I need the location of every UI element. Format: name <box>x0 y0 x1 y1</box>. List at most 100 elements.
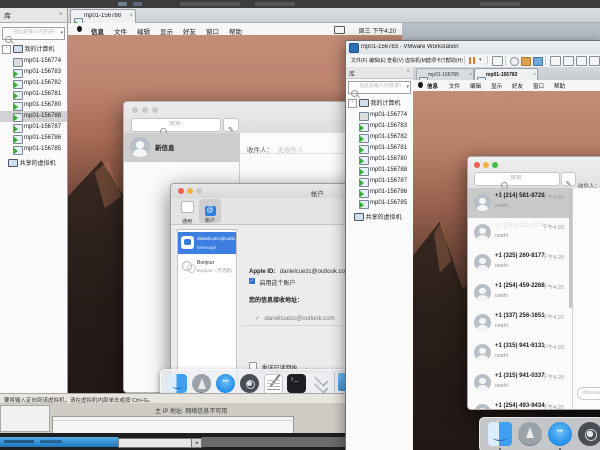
conversation-row[interactable]: +1 (254) 431-4121 ceshi 下午4:20 <box>468 218 572 248</box>
display-status-icon[interactable] <box>334 26 345 34</box>
nested-title-bar[interactable]: mp01-156783 - VMware Workstation <box>346 41 600 55</box>
menu-help[interactable]: 帮助 <box>554 82 565 90</box>
dock-finder-icon[interactable] <box>168 374 187 393</box>
prefs-tab-accounts[interactable]: @ 帐户 <box>199 199 221 223</box>
prefs-tab-general[interactable]: 通用 <box>177 200 197 222</box>
dock-downloads-icon[interactable] <box>311 374 330 393</box>
vm-tree-item[interactable]: mp01-156774 <box>346 110 413 121</box>
close-traffic-light[interactable] <box>132 107 138 113</box>
dock-messages-icon[interactable] <box>216 374 235 393</box>
tab-close-icon[interactable]: × <box>469 72 472 79</box>
vm-tree-item[interactable]: mp01-156786 <box>0 133 67 144</box>
menu-view[interactable]: 显示 <box>491 82 502 90</box>
tree-shared-vms[interactable]: 共享的虚拟机 <box>8 158 56 167</box>
snapshot-camera-icon[interactable] <box>521 57 531 66</box>
tree-expander-icon[interactable]: - <box>2 45 11 54</box>
search-dropdown-icon[interactable]: ▾ <box>60 30 63 36</box>
show-thumbnail-bar-button[interactable] <box>563 56 574 66</box>
list-scrollbar[interactable] <box>569 188 572 308</box>
menu-window[interactable]: 窗口 <box>533 82 544 90</box>
conversation-row-new-message[interactable]: 新信息 <box>124 133 239 162</box>
dock-launchpad-icon[interactable] <box>518 422 542 446</box>
vm-tree-item[interactable]: mp01-156783 <box>0 67 67 78</box>
tab-close-icon[interactable]: × <box>129 13 133 20</box>
vm-tree-item[interactable]: mp01-156785 <box>346 198 413 209</box>
vm-tree-item[interactable]: mp01-156787 <box>0 122 67 133</box>
vm-tree-item[interactable]: mp01-156785 <box>0 144 67 155</box>
tree-root-my-computer[interactable]: - 我的计算机 <box>2 44 54 54</box>
messages1-search-field[interactable] <box>131 118 221 132</box>
vm-tree-item[interactable]: mp01-156781 <box>0 89 67 100</box>
messages1-search-input[interactable] <box>169 121 209 127</box>
minimize-traffic-light[interactable] <box>142 107 148 113</box>
apple-menu-icon[interactable] <box>77 26 82 32</box>
minimize-traffic-light[interactable] <box>187 188 193 194</box>
nested-sidebar-search[interactable]: ▾ <box>348 81 411 94</box>
conversation-row[interactable]: +1 (214) 581-8728 ceshi 下午4:20 <box>468 188 572 218</box>
account-row-imessage[interactable]: danielcuezc@outlo… iMessage <box>178 232 236 254</box>
account-row-bonjour[interactable]: Bonjour Bonjour（不活跃） <box>178 256 236 278</box>
vm-tree-item[interactable]: mp01-156782 <box>346 132 413 143</box>
show-library-button[interactable] <box>550 56 561 66</box>
imessage-input[interactable] <box>577 387 600 400</box>
vm-tree-item[interactable]: mp01-156780 <box>346 154 413 165</box>
zoom-traffic-light[interactable] <box>152 107 158 113</box>
dock-terminal-icon[interactable] <box>287 374 306 393</box>
progress-bar-filled[interactable] <box>0 437 118 447</box>
library-close-icon[interactable]: × <box>406 69 410 76</box>
conversation-row[interactable]: +1 (254) 459-2268 ceshi 下午4:20 <box>468 278 572 308</box>
enable-account-checkbox[interactable]: ✓ <box>249 278 255 284</box>
dock-system-preferences-icon[interactable] <box>240 374 259 393</box>
minimize-traffic-light[interactable] <box>483 162 489 168</box>
tree-shared-vms[interactable]: 共享的虚拟机 <box>354 212 402 221</box>
snapshot-clock-icon[interactable] <box>510 57 519 66</box>
progress-track[interactable] <box>118 438 192 448</box>
search-dropdown-icon[interactable]: ▾ <box>406 84 409 90</box>
dock-launchpad-icon[interactable] <box>192 374 211 393</box>
dock-messages-icon[interactable] <box>548 422 572 446</box>
conversation-row[interactable]: +1 (325) 260-8177 ceshi 下午4:20 <box>468 248 572 278</box>
vm-tree-item[interactable]: mp01-156787 <box>346 176 413 187</box>
vm-tree-item[interactable]: mp01-156788 <box>346 165 413 176</box>
send-ctrl-alt-del-button[interactable] <box>492 56 503 66</box>
menu-file[interactable]: 文件 <box>449 82 460 90</box>
dock-finder-icon[interactable] <box>488 422 512 446</box>
tree-expander-icon[interactable]: - <box>348 99 357 108</box>
reach-checkbox[interactable]: ✓ <box>255 316 260 322</box>
menu-edit[interactable]: 编辑(E) <box>369 57 386 64</box>
zoom-traffic-light[interactable] <box>492 162 498 168</box>
pause-dropdown-icon[interactable]: ▾ <box>479 57 482 63</box>
imessage-input-field[interactable] <box>582 390 600 396</box>
vm-tree-item[interactable]: mp01-156783 <box>346 121 413 132</box>
snapshot-revert-icon[interactable] <box>533 57 543 66</box>
menu-buddies[interactable]: 好友 <box>512 82 523 90</box>
vm-tree-item[interactable]: mp01-156786 <box>346 187 413 198</box>
pause-vm-button[interactable] <box>469 57 477 64</box>
compose-button[interactable]: ✎ <box>223 118 239 132</box>
unity-mode-button[interactable] <box>589 56 600 66</box>
close-traffic-light[interactable] <box>178 188 184 194</box>
outer-sidebar-search-input[interactable] <box>13 29 55 35</box>
outer-sidebar-search[interactable]: ▾ <box>2 27 65 40</box>
zoom-traffic-light[interactable] <box>196 188 202 194</box>
compose-button[interactable]: ✎ <box>561 172 576 186</box>
conversation-row[interactable]: +1 (337) 256-1651 ceshi 下午4:20 <box>468 308 572 338</box>
tab-close-icon[interactable]: × <box>533 72 536 79</box>
menu-messages[interactable]: 信息 <box>427 82 438 90</box>
menu-help[interactable]: 帮助(H) <box>446 57 463 64</box>
vm-tree-item[interactable]: mp01-156781 <box>346 143 413 154</box>
dock-textedit-icon[interactable] <box>264 374 283 393</box>
vm-tree-item[interactable]: mp01-156780 <box>0 100 67 111</box>
menu-vm[interactable]: 虚拟机(M) <box>405 57 428 64</box>
outer-vm-tab[interactable]: mp01-156788 × <box>70 9 136 23</box>
dock-system-preferences-icon[interactable] <box>578 422 600 446</box>
apple-menu-icon[interactable] <box>418 82 423 88</box>
menu-tabs[interactable]: 选项卡(T) <box>426 57 447 64</box>
vm-tree-item[interactable]: mp01-156782 <box>0 78 67 89</box>
close-traffic-light[interactable] <box>474 162 480 168</box>
vm-tree-item[interactable]: mp01-156774 <box>0 56 67 67</box>
menu-view[interactable]: 查看(V) <box>387 57 404 64</box>
menu-file[interactable]: 文件(F) <box>351 57 367 64</box>
menu-edit[interactable]: 编辑 <box>470 82 481 90</box>
conversation-row[interactable]: +1 (254) 493-9434 ceshi 下午4:20 <box>468 398 572 409</box>
